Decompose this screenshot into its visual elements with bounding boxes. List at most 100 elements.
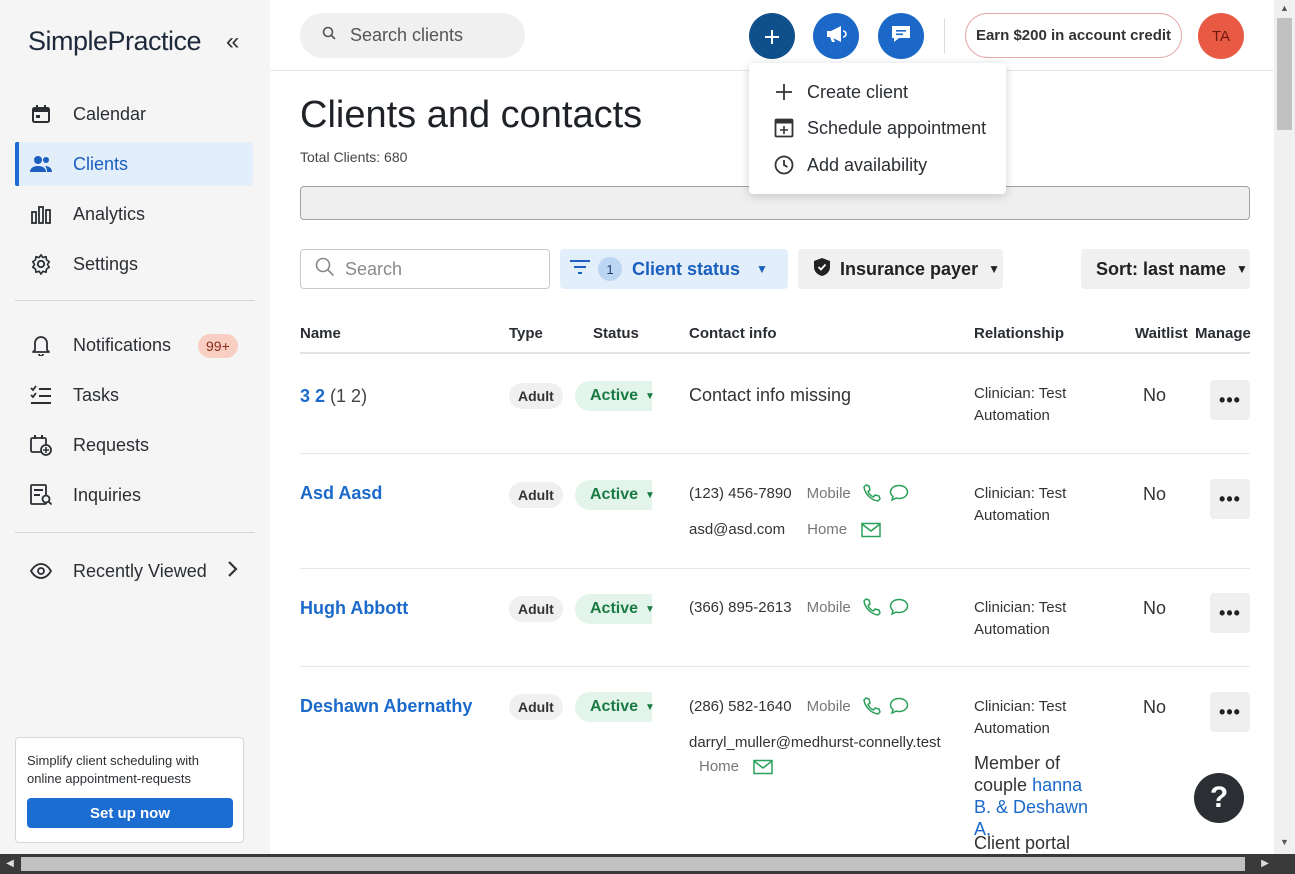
mail-icon[interactable]: [753, 759, 773, 775]
menu-item-label: Create client: [807, 81, 909, 102]
client-name-link[interactable]: Deshawn Abernathy: [300, 696, 472, 717]
messages-button[interactable]: [878, 13, 924, 59]
client-name-link[interactable]: Hugh Abbott: [300, 598, 408, 619]
menu-item-create-client[interactable]: Create client: [749, 74, 1006, 110]
sidebar-item-clients[interactable]: Clients: [15, 142, 253, 186]
create-button[interactable]: [749, 13, 795, 59]
status-dropdown[interactable]: Active ▼: [575, 381, 655, 411]
phone-icon[interactable]: [863, 484, 881, 502]
vertical-scrollbar[interactable]: ▲ ▼: [1274, 0, 1295, 854]
logo[interactable]: SimplePractice: [28, 26, 202, 57]
search-placeholder: Search: [345, 258, 403, 279]
chat-bubble-icon[interactable]: [889, 484, 909, 502]
status-dropdown[interactable]: Active ▼: [575, 480, 655, 510]
relationship-text: Clinician: Test Automation: [974, 698, 1067, 737]
sidebar-item-inquiries[interactable]: Inquiries: [15, 473, 253, 517]
status-label: Active: [590, 600, 639, 617]
chat-bubble-icon[interactable]: [889, 598, 909, 616]
search-clients-input[interactable]: Search clients: [300, 13, 525, 58]
email-contact: darryl_muller@medhurst-connelly.test: [689, 734, 941, 751]
scroll-right-icon[interactable]: ▶: [1255, 854, 1275, 874]
chat-icon: [890, 24, 912, 49]
email-kind: Home: [699, 758, 740, 775]
insurance-payer-filter[interactable]: Insurance payer ▼: [798, 249, 1003, 289]
topbar-separator: [944, 18, 945, 54]
client-portal-text: Client portal: [974, 833, 1071, 853]
calendar-plus-icon: [773, 118, 795, 138]
sidebar-item-label: Requests: [73, 434, 150, 455]
sidebar-item-recently-viewed[interactable]: Recently Viewed: [15, 549, 253, 593]
waitlist-value: No: [1143, 598, 1167, 618]
waitlist-value: No: [1143, 697, 1167, 717]
client-name-link[interactable]: Asd Aasd: [300, 483, 382, 504]
email-address[interactable]: asd@asd.com: [689, 521, 785, 538]
scroll-down-icon[interactable]: ▼: [1274, 834, 1295, 851]
earn-credit-button[interactable]: Earn $200 in account credit: [965, 13, 1182, 58]
phone-number[interactable]: (366) 895-2613: [689, 599, 792, 616]
phone-kind: Mobile: [806, 598, 851, 616]
menu-item-label: Schedule appointment: [807, 117, 987, 138]
sidebar-item-label: Notifications: [73, 334, 172, 355]
phone-number[interactable]: (123) 456-7890: [689, 485, 792, 502]
type-badge: Adult: [509, 482, 563, 508]
client-search-input[interactable]: Search: [300, 249, 550, 289]
set-up-now-button[interactable]: Set up now: [27, 798, 233, 828]
type-badge: Adult: [509, 694, 563, 720]
status-dropdown[interactable]: Active ▼: [575, 692, 655, 722]
collapse-sidebar-icon[interactable]: «: [226, 30, 239, 54]
sidebar-item-tasks[interactable]: Tasks: [15, 373, 253, 417]
column-header-contact-info: Contact info: [689, 325, 777, 342]
phone-icon[interactable]: [863, 598, 881, 616]
phone-kind: Mobile: [806, 697, 851, 715]
horizontal-scroll-thumb[interactable]: [21, 857, 1245, 871]
sidebar-item-requests[interactable]: Requests: [15, 423, 253, 467]
row-divider: [300, 568, 1250, 569]
total-clients: Total Clients: 680: [300, 149, 408, 165]
sidebar-divider: [15, 300, 255, 301]
sidebar-item-analytics[interactable]: Analytics: [15, 192, 253, 236]
inquiries-icon: [29, 483, 53, 507]
top-bar: Search clients Earn $200 in account cred…: [270, 0, 1274, 71]
tasks-icon: [29, 383, 53, 407]
menu-item-schedule-appointment[interactable]: Schedule appointment: [749, 110, 1006, 146]
filter-icon: [570, 259, 590, 279]
column-header-name[interactable]: Name: [300, 325, 341, 342]
sidebar-item-notifications[interactable]: Notifications 99+: [15, 323, 253, 367]
phone-number[interactable]: (286) 582-1640: [689, 698, 792, 715]
email-address[interactable]: darryl_muller@medhurst-connelly.test: [689, 734, 941, 751]
contact-info-missing: Contact info missing: [689, 385, 852, 405]
manage-button[interactable]: •••: [1210, 593, 1250, 633]
scroll-left-icon[interactable]: ◀: [0, 854, 20, 874]
email-kind: Home: [807, 521, 848, 538]
chat-bubble-icon[interactable]: [889, 697, 909, 715]
chevron-right-icon[interactable]: [226, 560, 238, 584]
requests-icon: [29, 433, 53, 457]
manage-button[interactable]: •••: [1210, 479, 1250, 519]
sort-dropdown[interactable]: Sort: last name ▼: [1081, 249, 1250, 289]
phone-contact: (286) 582-1640 Mobile: [689, 697, 909, 715]
status-dropdown[interactable]: Active ▼: [575, 594, 655, 624]
client-name-link[interactable]: 3 2 (1 2): [300, 386, 367, 407]
manage-button[interactable]: •••: [1210, 380, 1250, 420]
menu-item-add-availability[interactable]: Add availability: [749, 147, 1006, 183]
phone-icon[interactable]: [863, 697, 881, 715]
help-button[interactable]: ?: [1194, 773, 1244, 823]
client-status-filter[interactable]: 1 Client status ▼: [560, 249, 788, 289]
status-label: Active: [590, 387, 639, 404]
plus-icon: [773, 83, 795, 101]
sidebar-item-settings[interactable]: Settings: [15, 242, 253, 286]
horizontal-scrollbar[interactable]: ◀ ▶: [0, 854, 1295, 874]
sidebar-item-calendar[interactable]: Calendar: [15, 92, 253, 136]
promo-text: Simplify client scheduling with online a…: [27, 753, 199, 786]
mail-icon[interactable]: [861, 522, 881, 538]
vertical-scroll-thumb[interactable]: [1277, 18, 1292, 130]
manage-button[interactable]: •••: [1210, 692, 1250, 732]
sidebar-item-label: Clients: [73, 153, 129, 174]
analytics-icon: [29, 202, 53, 226]
caret-down-icon: ▼: [645, 603, 655, 615]
create-dropdown-menu: Create client Schedule appointment Add a…: [749, 63, 1006, 194]
sidebar-item-label: Calendar: [73, 103, 147, 124]
scroll-up-icon[interactable]: ▲: [1274, 0, 1295, 17]
avatar[interactable]: TA: [1198, 13, 1244, 59]
announcements-button[interactable]: [813, 13, 859, 59]
